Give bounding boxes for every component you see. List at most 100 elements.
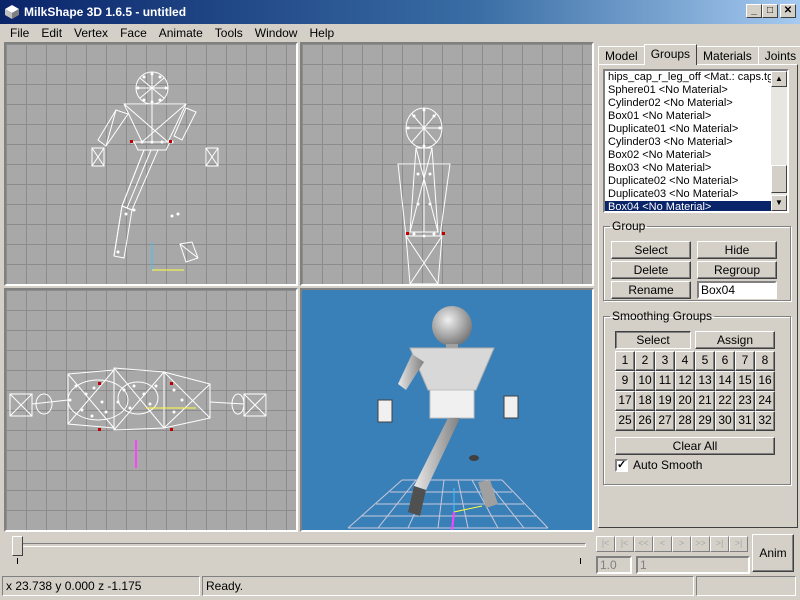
- smoothing-group-button[interactable]: 30: [715, 411, 735, 431]
- list-item[interactable]: Cylinder02 <No Material>: [605, 97, 787, 110]
- smoothing-group-button[interactable]: 7: [735, 351, 755, 371]
- scroll-thumb[interactable]: [771, 165, 787, 193]
- tab-joints[interactable]: Joints: [757, 46, 800, 65]
- group-delete-button[interactable]: Delete: [611, 261, 691, 279]
- tab-model[interactable]: Model: [598, 46, 645, 65]
- list-item[interactable]: Box03 <No Material>: [605, 162, 787, 175]
- first-frame-button[interactable]: |<: [596, 536, 615, 552]
- smoothing-group-button[interactable]: 20: [675, 391, 695, 411]
- scroll-down-icon[interactable]: ▼: [771, 195, 787, 211]
- tab-groups[interactable]: Groups: [643, 44, 698, 65]
- side-wireframe: [397, 107, 451, 284]
- front-wireframe: [91, 71, 219, 271]
- viewport-top[interactable]: [4, 288, 298, 532]
- anim-button[interactable]: Anim: [752, 534, 794, 572]
- smoothing-group-button[interactable]: 11: [655, 371, 675, 391]
- menu-face[interactable]: Face: [114, 26, 153, 40]
- smoothing-group-button[interactable]: 10: [635, 371, 655, 391]
- smoothing-group-button[interactable]: 25: [615, 411, 635, 431]
- menu-animate[interactable]: Animate: [153, 26, 209, 40]
- list-item[interactable]: Box01 <No Material>: [605, 110, 787, 123]
- smoothing-group-button[interactable]: 9: [615, 371, 635, 391]
- smoothing-group-button[interactable]: 5: [695, 351, 715, 371]
- menu-window[interactable]: Window: [249, 26, 304, 40]
- smoothing-group-button[interactable]: 15: [735, 371, 755, 391]
- close-button[interactable]: ✕: [780, 4, 796, 18]
- group-select-button[interactable]: Select: [611, 241, 691, 259]
- auto-smooth-label: Auto Smooth: [633, 458, 703, 472]
- rewind-button[interactable]: <<: [634, 536, 653, 552]
- last-frame-button[interactable]: >|: [729, 536, 748, 552]
- coords-readout: x 23.738 y 0.000 z -1.175: [2, 576, 200, 596]
- viewport-front[interactable]: [4, 42, 298, 286]
- smoothing-group-button[interactable]: 31: [735, 411, 755, 431]
- minimize-button[interactable]: _: [746, 4, 762, 18]
- smoothing-group-button[interactable]: 8: [755, 351, 775, 371]
- timeline-track[interactable]: [14, 543, 586, 547]
- group-rename-button[interactable]: Rename: [611, 281, 691, 299]
- smoothing-group-button[interactable]: 23: [735, 391, 755, 411]
- prev-key-button[interactable]: |<: [615, 536, 634, 552]
- menu-vertex[interactable]: Vertex: [68, 26, 114, 40]
- groups-list[interactable]: hips_cap_r_leg_off <Mat.: caps.tga Spher…: [603, 69, 789, 213]
- list-scrollbar[interactable]: ▲ ▼: [771, 71, 787, 211]
- smoothing-group-button[interactable]: 24: [755, 391, 775, 411]
- smoothing-group-button[interactable]: 19: [655, 391, 675, 411]
- smoothing-group-button[interactable]: 3: [655, 351, 675, 371]
- smoothing-select-button[interactable]: Select: [615, 331, 691, 349]
- smoothing-group-button[interactable]: 17: [615, 391, 635, 411]
- menu-tools[interactable]: Tools: [209, 26, 249, 40]
- smoothing-group-button[interactable]: 28: [675, 411, 695, 431]
- list-item[interactable]: Duplicate03 <No Material>: [605, 188, 787, 201]
- total-frames-input[interactable]: 1: [636, 556, 750, 574]
- smoothing-group-button[interactable]: 27: [655, 411, 675, 431]
- next-frame-button[interactable]: >: [672, 536, 691, 552]
- viewport-side[interactable]: [300, 42, 594, 286]
- list-item[interactable]: Duplicate02 <No Material>: [605, 175, 787, 188]
- scroll-up-icon[interactable]: ▲: [771, 71, 787, 87]
- 3d-render: [347, 306, 549, 530]
- smoothing-group-button[interactable]: 14: [715, 371, 735, 391]
- next-key-button[interactable]: >|: [710, 536, 729, 552]
- tab-materials[interactable]: Materials: [696, 46, 759, 65]
- menu-file[interactable]: File: [4, 26, 35, 40]
- smoothing-group-button[interactable]: 12: [675, 371, 695, 391]
- list-item[interactable]: hips_cap_r_leg_off <Mat.: caps.tga: [605, 71, 787, 84]
- clear-all-button[interactable]: Clear All: [615, 437, 775, 455]
- list-item[interactable]: Box02 <No Material>: [605, 149, 787, 162]
- smoothing-group-button[interactable]: 22: [715, 391, 735, 411]
- animation-timeline[interactable]: [4, 534, 592, 574]
- smoothing-group-button[interactable]: 13: [695, 371, 715, 391]
- group-regroup-button[interactable]: Regroup: [697, 261, 777, 279]
- group-name-input[interactable]: [697, 281, 777, 299]
- list-item[interactable]: Sphere01 <No Material>: [605, 84, 787, 97]
- frame-input[interactable]: 1.0: [596, 556, 632, 574]
- fast-forward-button[interactable]: >>: [691, 536, 710, 552]
- milkshape-app-icon: [5, 5, 19, 19]
- prev-frame-button[interactable]: <: [653, 536, 672, 552]
- auto-smooth-checkbox[interactable]: ✓: [615, 459, 628, 472]
- panel-tabs: Model Groups Materials Joints: [598, 44, 800, 65]
- smoothing-assign-button[interactable]: Assign: [695, 331, 775, 349]
- smoothing-group-button[interactable]: 6: [715, 351, 735, 371]
- smoothing-group-button[interactable]: 21: [695, 391, 715, 411]
- smoothing-group-button[interactable]: 16: [755, 371, 775, 391]
- group-hide-button[interactable]: Hide: [697, 241, 777, 259]
- properties-panel: Model Groups Materials Joints hips_cap_r…: [596, 42, 800, 532]
- list-item[interactable]: Duplicate01 <No Material>: [605, 123, 787, 136]
- smoothing-group-button[interactable]: 26: [635, 411, 655, 431]
- smoothing-group-button[interactable]: 2: [635, 351, 655, 371]
- smoothing-group-button[interactable]: 1: [615, 351, 635, 371]
- menu-help[interactable]: Help: [303, 26, 340, 40]
- smoothing-group-button[interactable]: 4: [675, 351, 695, 371]
- viewport-3d[interactable]: [300, 288, 594, 532]
- smoothing-group-button[interactable]: 18: [635, 391, 655, 411]
- timeline-slider-thumb[interactable]: [12, 536, 23, 556]
- menu-edit[interactable]: Edit: [35, 26, 68, 40]
- list-item[interactable]: Cylinder03 <No Material>: [605, 136, 787, 149]
- list-item-selected[interactable]: Box04 <No Material>: [605, 201, 787, 211]
- smoothing-group-button[interactable]: 29: [695, 411, 715, 431]
- maximize-button[interactable]: □: [762, 4, 778, 18]
- smoothing-group-button[interactable]: 32: [755, 411, 775, 431]
- top-wireframe: [9, 367, 267, 468]
